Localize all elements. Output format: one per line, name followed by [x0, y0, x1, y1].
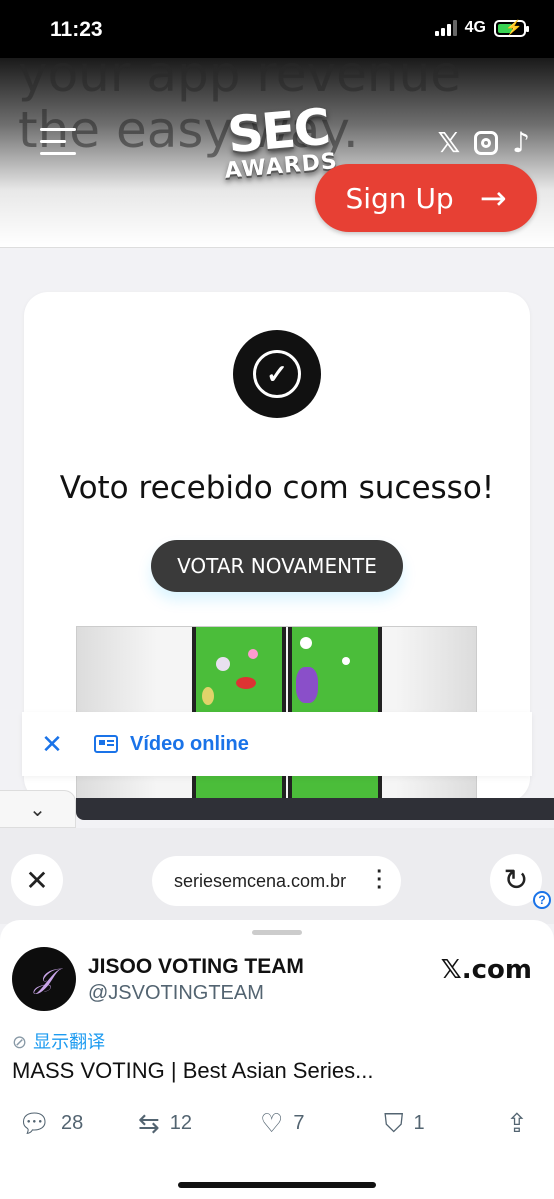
social-links: 𝕏 ♪	[438, 126, 530, 159]
url-field[interactable]: seriesemcena.com.br · · ·	[152, 856, 401, 906]
status-bar: 11:23 4G ⚡	[0, 0, 554, 58]
sheet-grabber[interactable]	[252, 930, 302, 935]
check-icon: ✓	[233, 330, 321, 418]
reply-button[interactable]: 💬︎ 28	[18, 1110, 83, 1136]
home-indicator	[178, 1182, 376, 1188]
hamburger-menu-icon[interactable]	[40, 128, 76, 164]
translate-link[interactable]: ⊘ 显示翻译	[12, 1028, 105, 1054]
video-online-label: Vídeo online	[130, 732, 249, 755]
close-icon[interactable]: ✕	[22, 729, 82, 760]
tweet-source[interactable]: 𝕏.com	[441, 955, 532, 985]
network-label: 4G	[464, 19, 486, 36]
retweet-button[interactable]: ⇆ 12	[138, 1110, 192, 1136]
share-icon: ⇪	[506, 1108, 528, 1138]
bookmark-button[interactable]: ⛉ 1	[384, 1110, 425, 1136]
sign-up-label: Sign Up	[345, 181, 454, 215]
reply-count: 28	[61, 1111, 84, 1134]
close-browser-button[interactable]: ✕	[11, 854, 63, 906]
avatar[interactable]: 𝒥	[12, 947, 76, 1011]
url-text: seriesemcena.com.br	[174, 870, 347, 891]
reply-icon: 💬︎	[18, 1108, 52, 1138]
tweet-text[interactable]: MASS VOTING | Best Asian Series...	[12, 1058, 374, 1084]
arrow-right-icon: →	[479, 179, 507, 217]
tiktok-icon[interactable]: ♪	[512, 126, 530, 159]
help-icon[interactable]: ?	[533, 891, 551, 909]
bookmark-icon: ⛉	[384, 1108, 404, 1138]
chevron-down-icon[interactable]: ⌄	[0, 790, 76, 828]
heart-icon: ♡	[260, 1108, 284, 1138]
vote-success-message: Voto recebido com sucesso!	[59, 470, 495, 506]
video-online-banner[interactable]: ✕ Vídeo online	[22, 712, 532, 776]
translate-label: 显示翻译	[33, 1032, 106, 1052]
collapsed-panel	[76, 798, 554, 820]
browser-toolbar: ✕ seriesemcena.com.br · · · ↻	[0, 828, 554, 924]
tweet-author-handle[interactable]: @JSVOTINGTEAM	[88, 982, 264, 1005]
like-button[interactable]: ♡ 7	[260, 1110, 304, 1136]
tweet-sheet: 𝒥 JISOO VOTING TEAM @JSVOTINGTEAM 𝕏.com …	[0, 920, 554, 1199]
tweet-author-name[interactable]: JISOO VOTING TEAM	[88, 955, 304, 979]
more-options-icon[interactable]: · · ·	[376, 862, 383, 898]
retweet-icon: ⇆	[138, 1108, 160, 1138]
like-count: 7	[293, 1111, 305, 1134]
status-time: 11:23	[50, 18, 103, 41]
site-header: your app revenue the easy way. SEC AWARD…	[0, 58, 554, 248]
tweet-actions: 💬︎ 28 ⇆ 12 ♡ 7 ⛉ 1 ⇪	[0, 1110, 554, 1140]
battery-icon: ⚡	[494, 19, 529, 37]
signal-icon	[434, 20, 457, 36]
retweet-count: 12	[169, 1111, 193, 1134]
bookmark-count: 1	[413, 1111, 425, 1134]
sign-up-button[interactable]: Sign Up →	[315, 164, 537, 232]
x-icon[interactable]: 𝕏	[438, 126, 461, 159]
instagram-icon[interactable]	[474, 130, 499, 155]
share-button[interactable]: ⇪	[506, 1110, 528, 1136]
page: 11:23 4G ⚡ your app revenue the easy way…	[0, 0, 554, 1199]
status-indicators: 4G ⚡	[434, 19, 529, 37]
article-icon	[94, 735, 118, 753]
translate-icon: ⊘	[12, 1032, 28, 1052]
vote-again-button[interactable]: VOTAR NOVAMENTE	[151, 540, 403, 592]
